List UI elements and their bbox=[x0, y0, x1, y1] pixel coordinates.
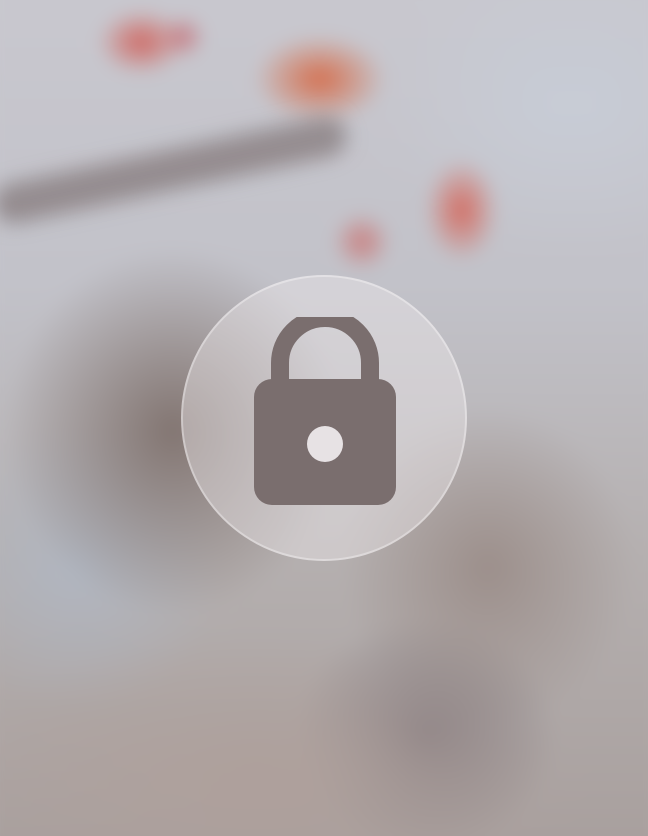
lock-icon bbox=[254, 317, 396, 505]
lock-button[interactable] bbox=[181, 275, 467, 561]
lock-screen bbox=[0, 0, 648, 836]
